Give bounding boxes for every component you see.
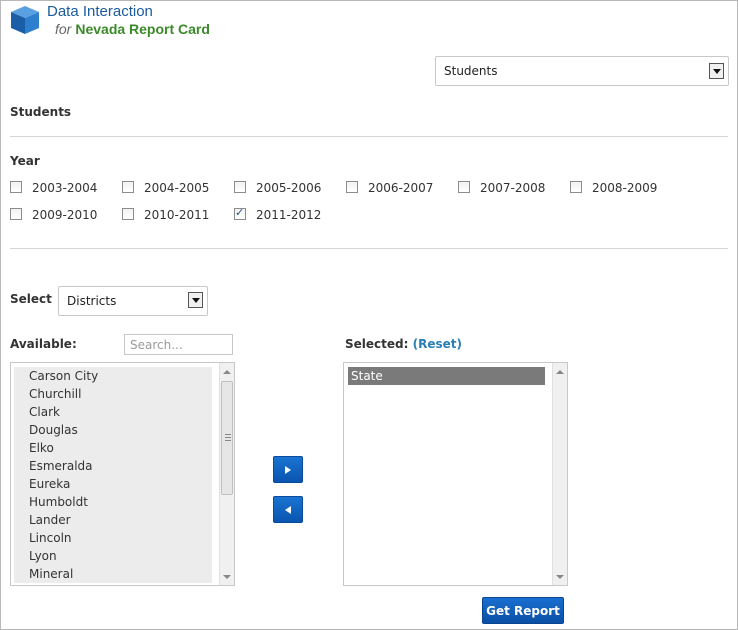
get-report-button[interactable]: Get Report — [482, 597, 564, 624]
year-checkbox[interactable] — [10, 181, 22, 193]
year-checkbox-label: 2004-2005 — [144, 181, 210, 195]
selected-scrollbar[interactable] — [552, 363, 567, 585]
list-item[interactable]: Esmeralda — [14, 457, 212, 475]
report-type-select[interactable]: Students — [435, 56, 729, 86]
year-checkbox[interactable] — [458, 181, 470, 193]
app-title: Data Interaction — [47, 3, 153, 20]
year-checkbox[interactable] — [346, 181, 358, 193]
scroll-down-icon[interactable] — [556, 575, 564, 579]
add-to-selected-button[interactable] — [273, 456, 303, 483]
list-item[interactable]: Clark — [14, 403, 212, 421]
app-frame: Data Interaction for Nevada Report Card S… — [0, 0, 738, 630]
selected-header: Selected: (Reset) — [345, 337, 462, 351]
year-checkbox-label: 2009-2010 — [32, 208, 98, 222]
list-item[interactable]: Lander — [14, 511, 212, 529]
year-checkbox-label: 2003-2004 — [32, 181, 98, 195]
year-checkbox-checked[interactable] — [234, 206, 246, 220]
triangle-right-icon — [285, 465, 291, 474]
selected-label: Selected: — [345, 337, 409, 351]
available-list[interactable]: Carson City Churchill Clark Douglas Elko… — [10, 362, 235, 586]
list-item[interactable]: Lincoln — [14, 529, 212, 547]
search-input[interactable]: Search... — [124, 334, 233, 355]
level-select[interactable]: Districts — [58, 286, 208, 316]
cube-logo-icon — [11, 6, 39, 34]
year-checkbox[interactable] — [122, 181, 134, 193]
chevron-down-icon[interactable] — [188, 292, 203, 308]
search-placeholder: Search... — [130, 338, 183, 352]
year-checkbox[interactable] — [122, 208, 134, 220]
year-checkbox[interactable] — [10, 208, 22, 220]
year-checkbox-label: 2008-2009 — [592, 181, 658, 195]
scroll-down-icon[interactable] — [223, 575, 231, 579]
year-checkbox-label: 2005-2006 — [256, 181, 322, 195]
list-item[interactable]: Humboldt — [14, 493, 212, 511]
subtitle-brand: Nevada Report Card — [75, 21, 210, 37]
year-checkbox-label: 2011-2012 — [256, 208, 322, 222]
reset-link[interactable]: (Reset) — [413, 337, 462, 351]
divider — [10, 136, 728, 137]
app-subtitle: for Nevada Report Card — [55, 21, 210, 37]
available-label: Available: — [10, 337, 77, 351]
section-title: Students — [10, 105, 72, 119]
selected-item[interactable]: State — [348, 367, 545, 385]
scroll-up-icon[interactable] — [223, 370, 231, 374]
scrollbar-thumb[interactable] — [221, 381, 233, 495]
remove-from-selected-button[interactable] — [273, 496, 303, 523]
list-item[interactable]: Churchill — [14, 385, 212, 403]
selected-list[interactable]: State — [343, 362, 568, 586]
year-label: Year — [10, 154, 40, 168]
available-items: Carson City Churchill Clark Douglas Elko… — [14, 367, 212, 583]
list-item[interactable]: Elko — [14, 439, 212, 457]
year-checkbox-label: 2006-2007 — [368, 181, 434, 195]
year-checkbox[interactable] — [234, 181, 246, 193]
list-item[interactable]: Mineral — [14, 565, 212, 583]
year-checkbox-label: 2010-2011 — [144, 208, 210, 222]
list-item[interactable]: Douglas — [14, 421, 212, 439]
triangle-left-icon — [285, 505, 291, 514]
level-select-value: Districts — [67, 294, 117, 308]
list-item[interactable]: Lyon — [14, 547, 212, 565]
available-scrollbar[interactable] — [219, 363, 234, 585]
subtitle-prefix: for — [55, 21, 72, 37]
divider — [10, 248, 728, 249]
year-checkbox[interactable] — [570, 181, 582, 193]
report-type-value: Students — [444, 64, 498, 78]
scroll-up-icon[interactable] — [556, 370, 564, 374]
list-item[interactable]: Eureka — [14, 475, 212, 493]
select-level-label: Select — [10, 292, 52, 306]
chevron-down-icon[interactable] — [709, 63, 724, 79]
year-checkbox-label: 2007-2008 — [480, 181, 546, 195]
list-item[interactable]: Carson City — [14, 367, 212, 385]
